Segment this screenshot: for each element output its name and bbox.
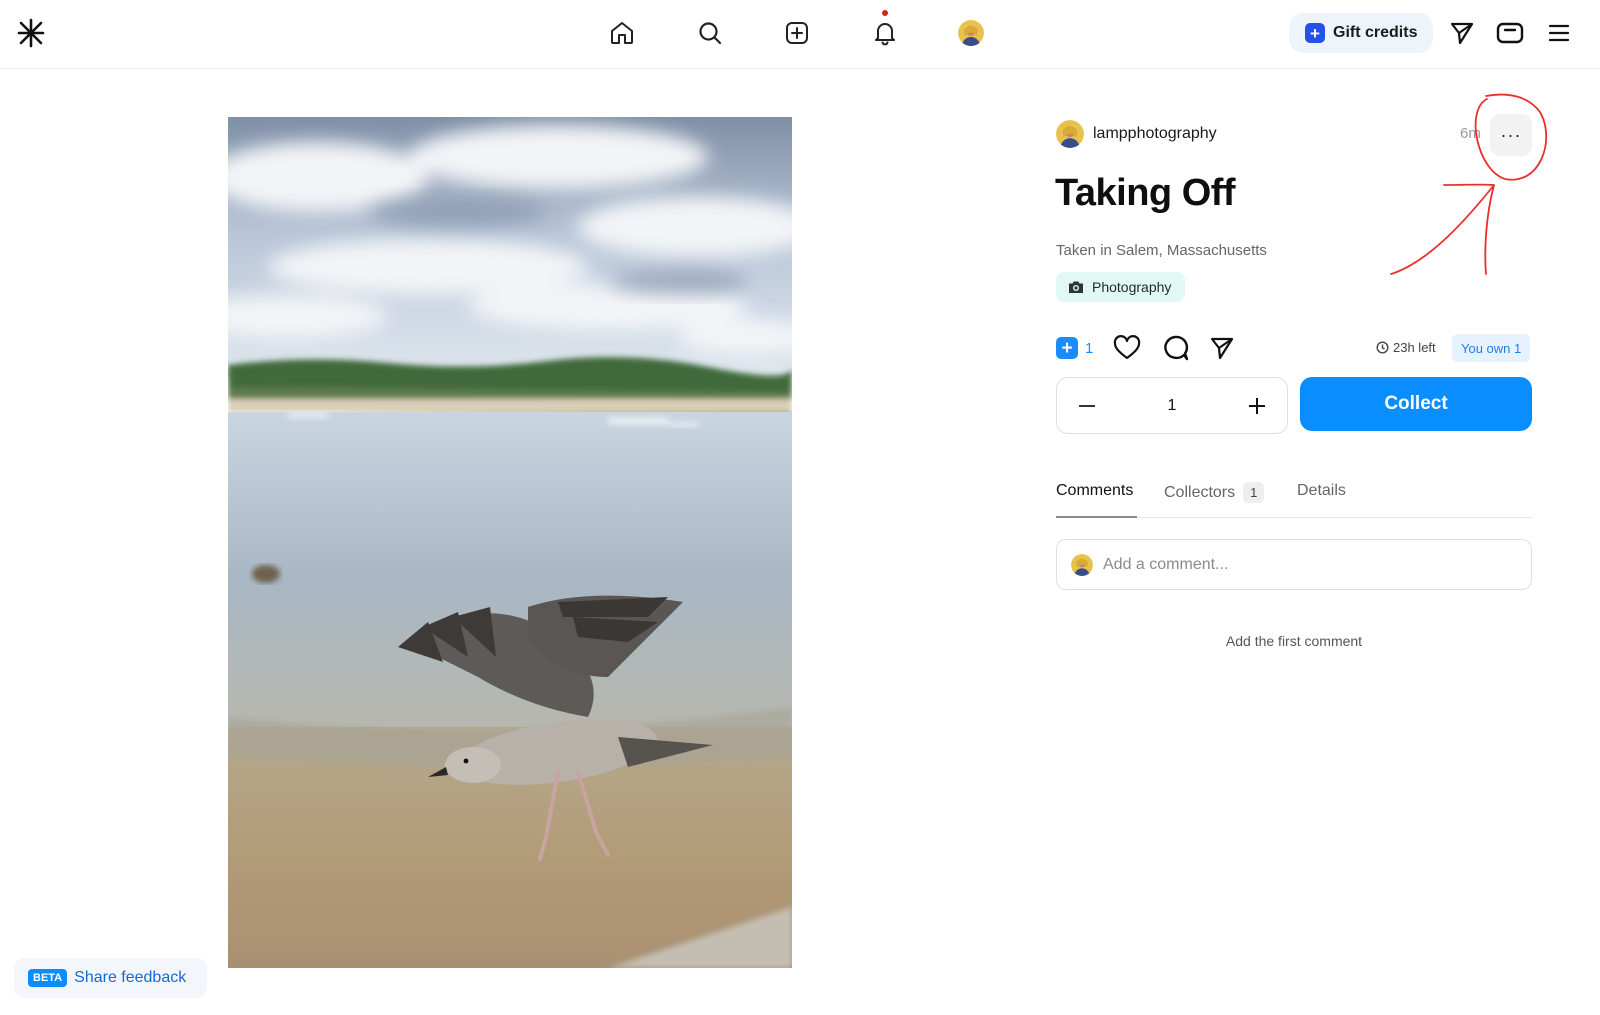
top-bar: + Gift credits (0, 0, 1600, 69)
collect-button[interactable]: Collect (1300, 377, 1532, 431)
plus-icon: + (1056, 337, 1078, 359)
plus-button[interactable]: + 1 (1056, 337, 1093, 359)
decrement-button[interactable] (1075, 394, 1099, 418)
quantity-stepper: 1 (1056, 377, 1288, 434)
share-button[interactable] (1209, 335, 1235, 361)
avatar[interactable] (958, 20, 984, 46)
like-button[interactable] (1113, 335, 1141, 361)
menu-icon[interactable] (1545, 19, 1573, 47)
comment-box (1056, 539, 1532, 590)
create-icon[interactable] (783, 19, 811, 47)
heart-icon (1114, 335, 1141, 360)
plus-icon (1249, 397, 1265, 414)
more-options-button[interactable]: ··· (1490, 114, 1532, 156)
post-description: Taken in Salem, Massachusetts (1056, 242, 1267, 259)
logo-icon[interactable] (16, 18, 46, 48)
post-time: 6m (1460, 125, 1481, 142)
post-title: Taking Off (1055, 172, 1236, 214)
collectors-count-badge: 1 (1243, 482, 1265, 503)
share-feedback-button[interactable]: BETA Share feedback (14, 958, 207, 998)
post-actions: + 1 (1056, 334, 1255, 362)
plus-icon: + (1305, 23, 1325, 43)
author-link[interactable]: lampphotography (1056, 120, 1217, 148)
tag-label: Photography (1092, 279, 1172, 295)
minus-icon (1079, 404, 1095, 407)
comment-button[interactable] (1161, 334, 1189, 362)
more-icon: ··· (1500, 124, 1522, 145)
comment-icon (1164, 335, 1189, 361)
tab-collectors[interactable]: Collectors 1 (1164, 482, 1265, 503)
tab-bar: Comments Collectors 1 Details (1056, 470, 1532, 518)
beta-badge: BETA (28, 969, 68, 987)
time-left-label: 23h left (1393, 340, 1436, 355)
camera-icon (1069, 281, 1083, 293)
own-badge: You own 1 (1452, 334, 1531, 362)
wallet-icon[interactable] (1496, 19, 1524, 47)
tab-comments[interactable]: Comments (1056, 482, 1133, 500)
quantity-value[interactable]: 1 (1168, 397, 1177, 415)
gift-credits-label: Gift credits (1333, 24, 1418, 41)
bell-icon[interactable] (871, 19, 899, 47)
increment-button[interactable] (1245, 394, 1269, 418)
tab-label: Details (1297, 482, 1346, 499)
send-icon[interactable] (1448, 19, 1476, 47)
tab-label: Comments (1056, 482, 1134, 499)
home-icon[interactable] (608, 19, 636, 47)
time-left: 23h left (1376, 340, 1436, 355)
send-icon (1211, 337, 1234, 360)
tab-label: Collectors (1164, 483, 1236, 501)
category-tag[interactable]: Photography (1056, 272, 1186, 302)
annotation-arrow (1390, 183, 1495, 275)
notification-dot (882, 10, 888, 16)
active-tab-indicator (1056, 516, 1137, 518)
clock-icon (1376, 341, 1389, 354)
empty-comments-text: Add the first comment (1225, 633, 1363, 649)
author-name: lampphotography (1093, 125, 1217, 142)
plus-count: 1 (1085, 339, 1094, 357)
gift-credits-button[interactable]: + Gift credits (1289, 13, 1433, 53)
user-avatar (1071, 553, 1093, 576)
post-image[interactable] (228, 117, 792, 968)
author-avatar (1056, 120, 1084, 148)
search-icon[interactable] (696, 19, 724, 47)
tab-details[interactable]: Details (1297, 482, 1346, 500)
feedback-label: Share feedback (74, 969, 187, 986)
comment-input[interactable] (1103, 555, 1503, 574)
